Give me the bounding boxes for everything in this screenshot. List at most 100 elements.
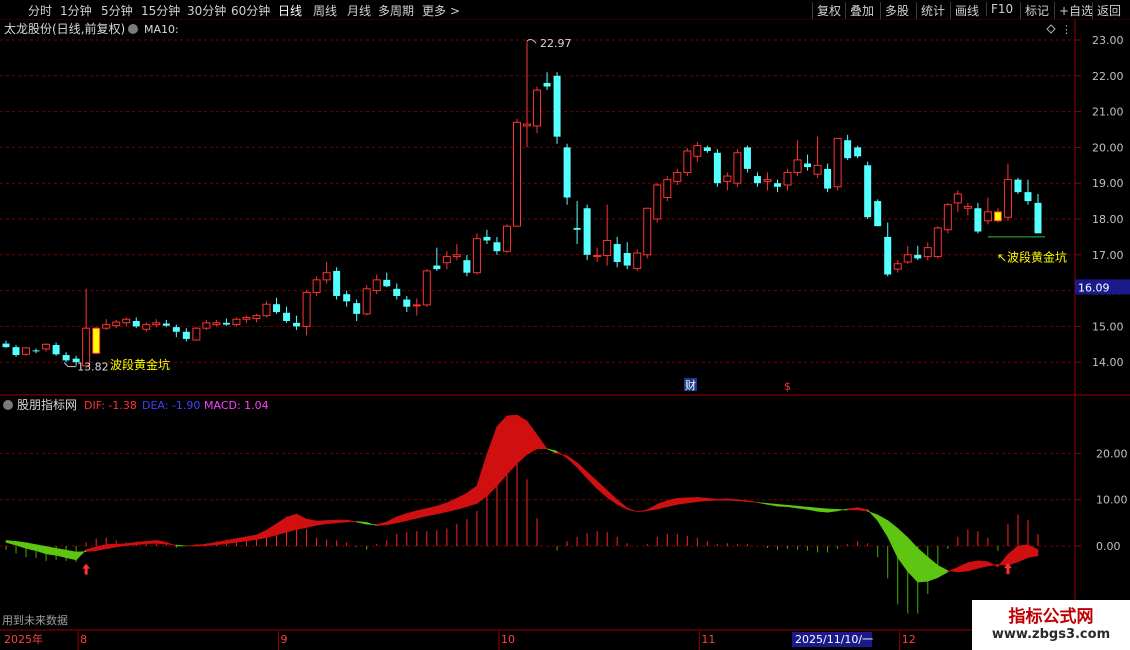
macd-fill-segment bbox=[1007, 545, 1019, 566]
candle-body bbox=[893, 263, 902, 270]
candle-body bbox=[262, 303, 271, 317]
candle-body bbox=[182, 331, 190, 339]
macd-fill-segment bbox=[727, 498, 738, 501]
period-tab-10[interactable]: 更多 > bbox=[422, 2, 460, 19]
macd-fill-segment bbox=[546, 448, 558, 454]
toolbar-action-4[interactable]: 画线 bbox=[950, 2, 979, 19]
macd-fill-segment bbox=[406, 510, 418, 521]
candle-body bbox=[914, 254, 922, 259]
candle-body bbox=[804, 163, 812, 168]
watermark-url: www.zbgs3.com bbox=[991, 627, 1111, 642]
candle-body bbox=[302, 291, 311, 327]
macd-fill-segment bbox=[155, 540, 167, 545]
toolbar-action-6[interactable]: 标记 bbox=[1020, 2, 1049, 19]
candle-body bbox=[172, 327, 180, 332]
year-label: 2025年 bbox=[4, 632, 43, 646]
sub-dropdown-icon bbox=[3, 400, 13, 410]
candle-body bbox=[793, 159, 802, 173]
macd-fill-segment bbox=[206, 541, 217, 546]
period-toolbar: 分时 1分钟 5分钟 15分钟 30分钟 60分钟 日线 周线 月线 多周期 更多 > 复权 叠加 多股… bbox=[0, 0, 1130, 20]
macd-fill-segment bbox=[15, 541, 27, 549]
period-tab-6[interactable]: 日线 bbox=[278, 2, 302, 19]
candle-body bbox=[242, 316, 251, 320]
period-tab-0[interactable]: 分时 bbox=[28, 2, 52, 19]
price-tick-label: 21.00 bbox=[1092, 106, 1124, 119]
macd-fill-segment bbox=[777, 504, 788, 507]
candle-body bbox=[12, 347, 20, 356]
dollar-marker: $ bbox=[784, 380, 791, 393]
current-price-badge: 16.09 bbox=[1078, 281, 1110, 294]
period-tab-1[interactable]: 1分钟 bbox=[60, 2, 92, 19]
macd-fill-segment bbox=[506, 414, 518, 475]
toolbar-action-7[interactable]: +自选 bbox=[1054, 2, 1093, 19]
candle-body bbox=[142, 324, 151, 330]
toolbar-action-1[interactable]: 叠加 bbox=[845, 2, 874, 19]
macd-fill-segment bbox=[687, 497, 698, 504]
candle-body bbox=[312, 279, 321, 293]
toolbar-action-8[interactable]: 返回 bbox=[1092, 2, 1121, 19]
period-tab-9[interactable]: 多周期 bbox=[378, 2, 414, 19]
candle-body bbox=[333, 270, 341, 296]
candle-body bbox=[653, 184, 662, 220]
candle-body bbox=[252, 315, 261, 320]
candle-body bbox=[983, 211, 992, 222]
candle-body bbox=[753, 176, 761, 184]
candle-body bbox=[32, 350, 40, 352]
candle-body bbox=[122, 318, 131, 324]
macd-tick-label: 10.00 bbox=[1096, 494, 1128, 507]
candle-body bbox=[212, 322, 221, 326]
high-marker: 22.97 bbox=[540, 37, 572, 50]
candle-body bbox=[603, 239, 612, 257]
period-tab-2[interactable]: 5分钟 bbox=[101, 2, 133, 19]
macd-fill-segment bbox=[516, 414, 528, 465]
candle-body bbox=[633, 252, 642, 269]
toolbar-action-0[interactable]: 复权 bbox=[812, 2, 841, 19]
price-tick-label: 15.00 bbox=[1092, 320, 1124, 333]
macd-fill-segment bbox=[827, 508, 838, 513]
price-tick-label: 19.00 bbox=[1092, 177, 1124, 190]
candle-body bbox=[92, 327, 101, 354]
period-tab-4[interactable]: 30分钟 bbox=[187, 2, 226, 19]
candle-body bbox=[362, 288, 371, 315]
macd-fill-segment bbox=[747, 500, 758, 503]
macd-fill-segment bbox=[767, 503, 778, 507]
low-marker: 13.82 bbox=[77, 361, 109, 374]
toolbar-action-2[interactable]: 多股 bbox=[880, 2, 909, 19]
period-tab-5[interactable]: 60分钟 bbox=[231, 2, 270, 19]
candle-body bbox=[483, 236, 491, 241]
candle-body bbox=[433, 265, 441, 270]
toolbar-action-3[interactable]: 统计 bbox=[916, 2, 945, 19]
period-tab-7[interactable]: 周线 bbox=[313, 2, 337, 19]
macd-fill-segment bbox=[65, 549, 77, 561]
kline-chart[interactable]: 23.0022.0021.0020.0019.0018.0017.0016.00… bbox=[0, 20, 1130, 650]
macd-fill-segment bbox=[286, 513, 297, 533]
macd-fill-segment bbox=[897, 527, 909, 573]
toolbar-action-5[interactable]: F10 bbox=[986, 2, 1013, 16]
dea-label: DEA: -1.90 bbox=[142, 399, 200, 412]
macd-fill-segment bbox=[306, 518, 317, 528]
period-tab-3[interactable]: 15分钟 bbox=[141, 2, 180, 19]
candle-body bbox=[713, 152, 721, 184]
macd-fill-segment bbox=[196, 543, 207, 547]
candle-body bbox=[62, 355, 70, 361]
macd-fill-segment bbox=[877, 514, 889, 538]
macd-fill-segment bbox=[947, 566, 959, 573]
candle-body bbox=[1003, 179, 1012, 218]
period-tab-8[interactable]: 月线 bbox=[347, 2, 371, 19]
candle-body bbox=[923, 247, 932, 258]
candle-body bbox=[723, 175, 732, 182]
candle-body bbox=[874, 201, 882, 227]
price-tick-label: 23.00 bbox=[1092, 34, 1124, 47]
candle-body bbox=[733, 152, 742, 184]
circle-dropdown-icon bbox=[128, 24, 138, 34]
macd-fill-segment bbox=[216, 540, 227, 545]
finance-marker: 财 bbox=[685, 378, 696, 392]
ma-label: MA10: bbox=[144, 23, 179, 36]
candle-body bbox=[854, 147, 862, 157]
macd-fill-segment bbox=[436, 502, 448, 515]
macd-fill-segment bbox=[606, 489, 618, 505]
candle-body bbox=[864, 165, 872, 218]
macd-fill-segment bbox=[296, 513, 307, 530]
candle-body bbox=[533, 89, 542, 127]
macd-fill-segment bbox=[326, 519, 337, 525]
